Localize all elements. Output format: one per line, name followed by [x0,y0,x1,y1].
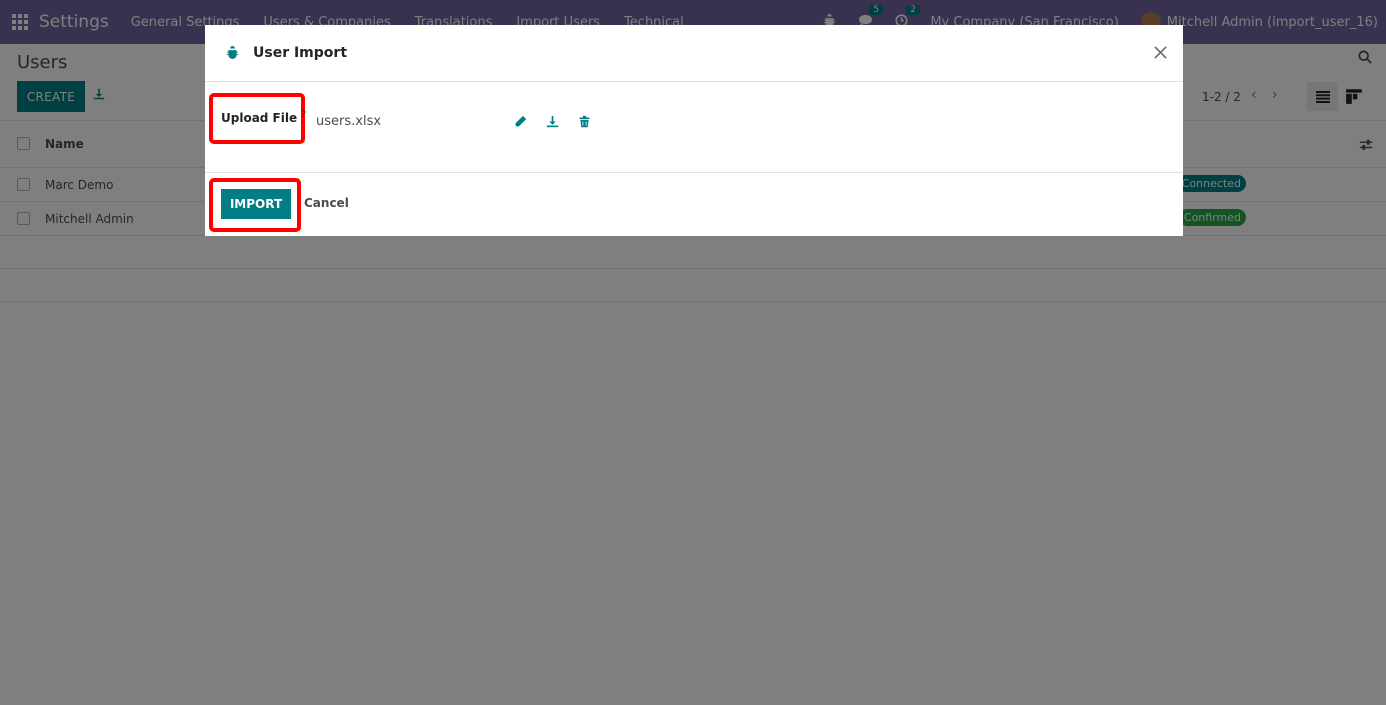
cancel-button[interactable]: Cancel [304,196,349,210]
dialog-body: Upload File ? users.xlsx [205,83,1183,173]
download-file-icon[interactable] [546,115,559,128]
dialog-title: User Import [253,45,348,61]
close-icon[interactable] [1153,45,1168,60]
dialog-footer: IMPORT Cancel [205,174,1183,236]
user-import-dialog: User Import Upload File ? users.xlsx IMP… [205,25,1183,236]
bug-icon [226,46,239,59]
edit-pencil-icon[interactable] [514,115,527,128]
help-tooltip-mark[interactable]: ? [301,110,306,120]
upload-file-label: Upload File ? [221,110,306,125]
uploaded-file-name: users.xlsx [316,114,382,129]
import-button[interactable]: IMPORT [221,189,291,219]
upload-file-label-text: Upload File [221,111,298,125]
dialog-header: User Import [205,25,1183,82]
trash-icon[interactable] [578,115,591,128]
